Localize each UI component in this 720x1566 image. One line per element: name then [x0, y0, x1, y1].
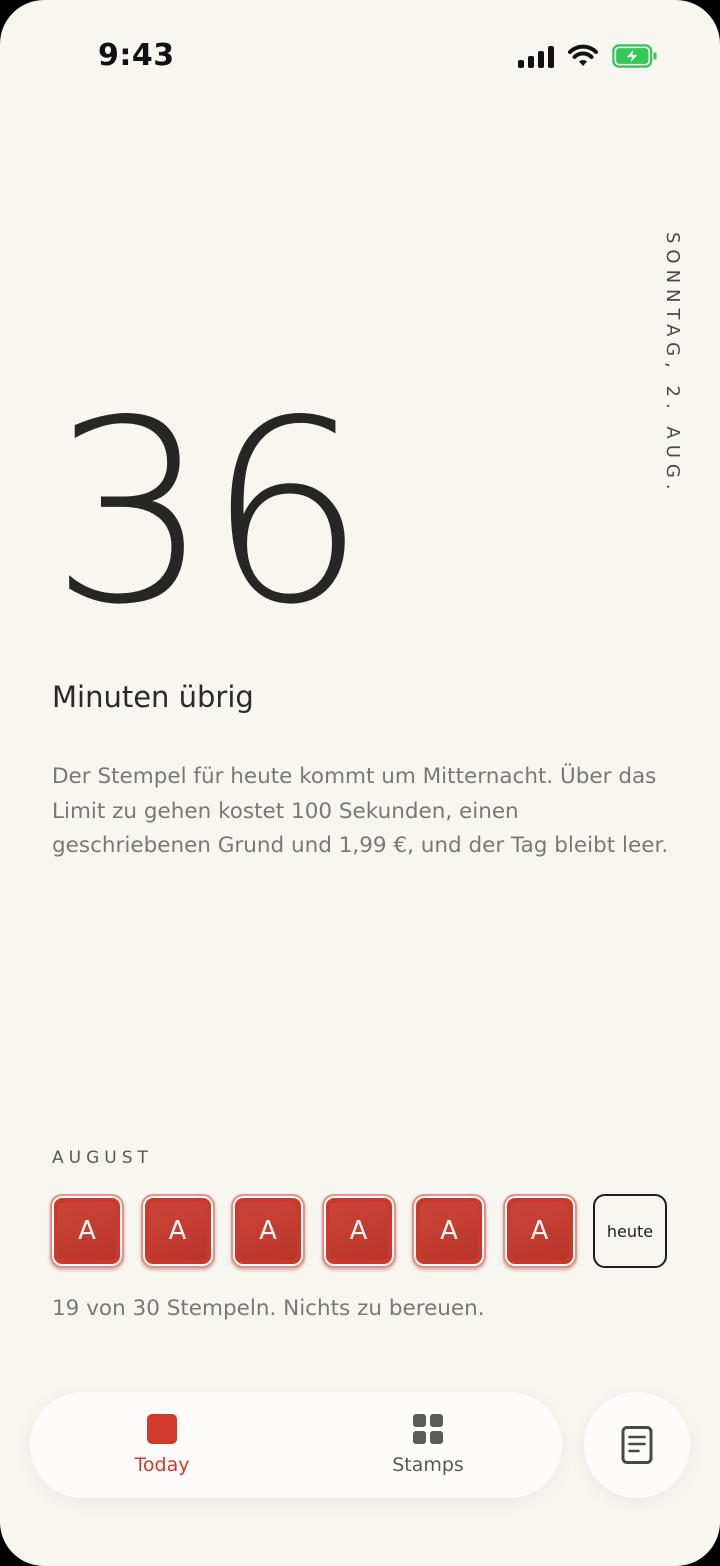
- month-label: AUGUST: [52, 1148, 153, 1168]
- minutes-remaining-value: 36: [50, 367, 367, 660]
- battery-charging-icon: [612, 44, 657, 68]
- limit-description: Der Stempel für heute kommt um Mitternac…: [52, 764, 669, 858]
- wifi-icon: [568, 44, 598, 66]
- tab-bar: Today Stamps: [30, 1392, 562, 1498]
- tab-today-label: Today: [134, 1454, 190, 1476]
- stamp-day[interactable]: A: [412, 1194, 486, 1268]
- status-icons: [518, 44, 658, 68]
- app-screen: 9:43 SONNTAG, 2. AUG. 36 Minuten übrig D…: [0, 0, 720, 1566]
- stamp-day[interactable]: A: [231, 1194, 305, 1268]
- stamp-day[interactable]: A: [140, 1194, 215, 1268]
- stamp-today[interactable]: heute: [593, 1194, 667, 1268]
- cellular-signal-icon: [518, 44, 554, 68]
- stamp-day[interactable]: A: [50, 1194, 124, 1268]
- today-square-icon: [147, 1414, 177, 1444]
- tab-today[interactable]: Today: [82, 1392, 242, 1498]
- stamp-summary: 19 von 30 Stempeln. Nichts zu bereuen.: [52, 1296, 485, 1321]
- status-time: 9:43: [98, 38, 175, 73]
- grid-icon: [413, 1414, 443, 1444]
- notes-icon: [621, 1426, 653, 1464]
- minutes-remaining-label: Minuten übrig: [52, 680, 254, 714]
- tab-stamps-label: Stamps: [392, 1454, 464, 1476]
- stamps-row: A A A A A A heute: [50, 1194, 667, 1268]
- notes-button[interactable]: [584, 1392, 690, 1498]
- stamp-day[interactable]: A: [502, 1194, 577, 1268]
- date-label: SONNTAG, 2. AUG.: [662, 232, 683, 496]
- tab-stamps[interactable]: Stamps: [348, 1392, 508, 1498]
- stamp-day[interactable]: A: [321, 1194, 396, 1268]
